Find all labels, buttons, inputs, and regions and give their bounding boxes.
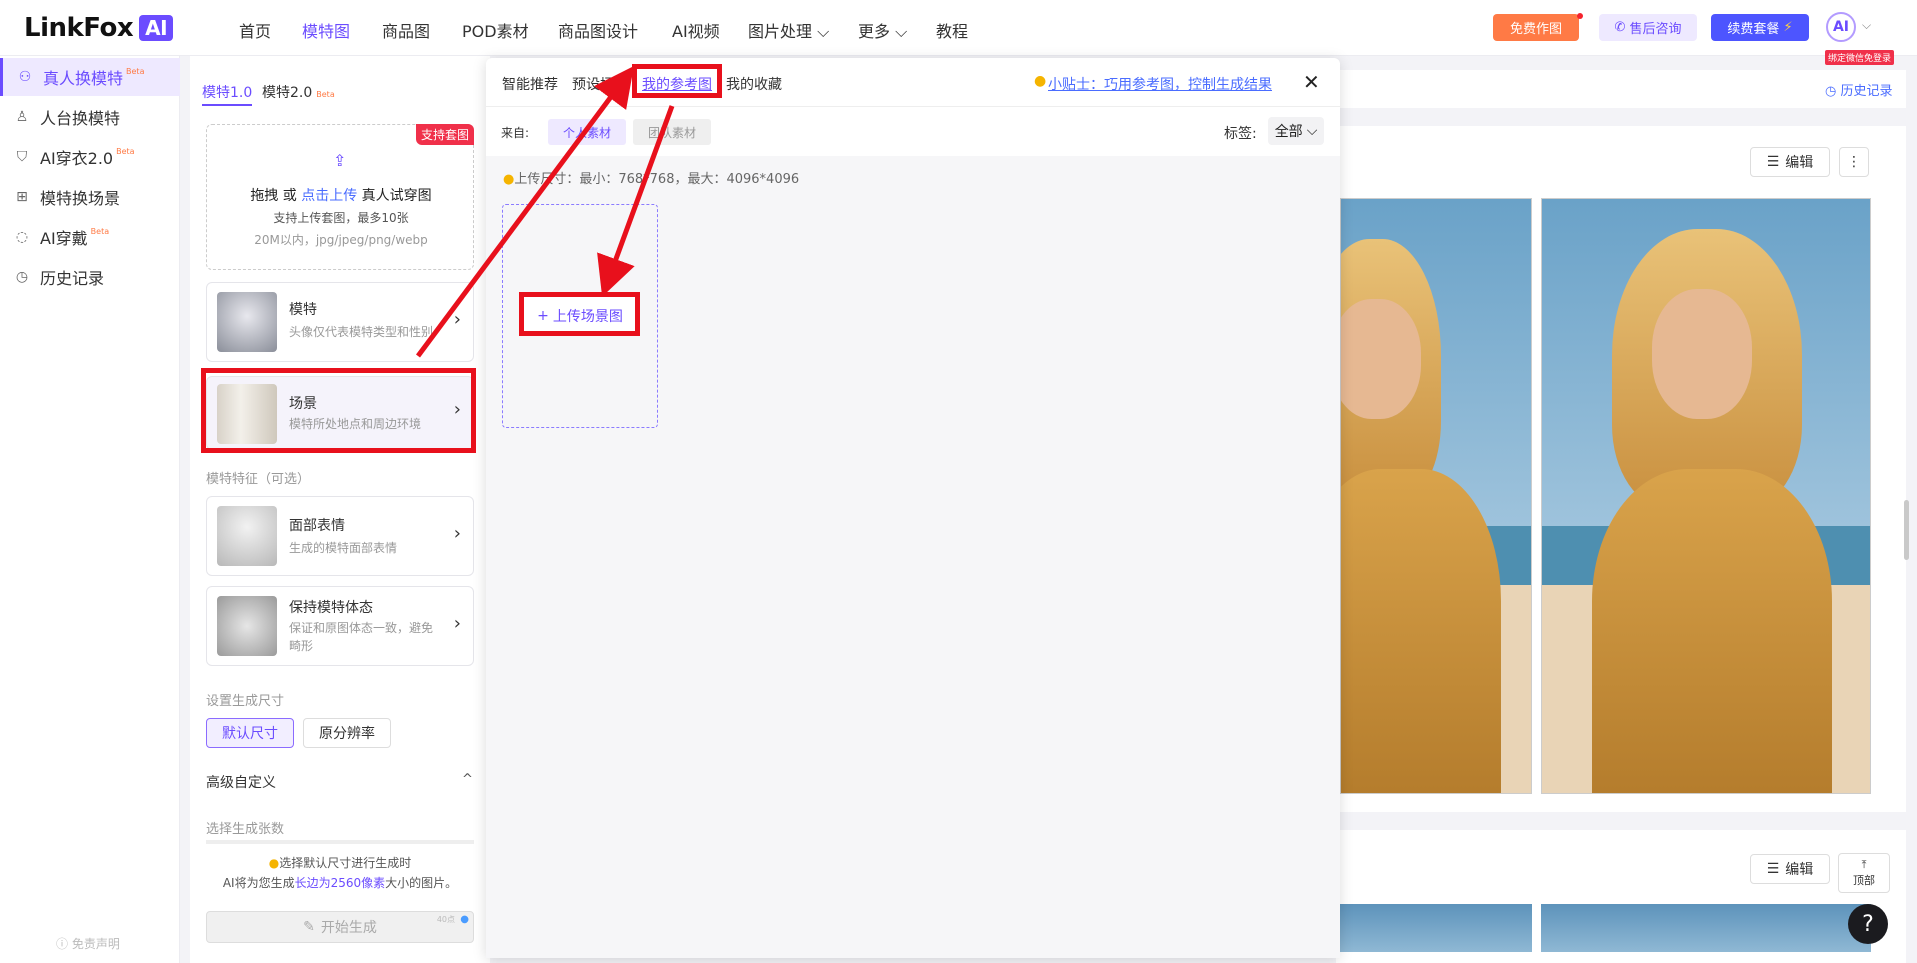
count-options — [206, 840, 474, 844]
default-size-button[interactable]: 默认尺寸 — [206, 718, 294, 748]
team-assets-button[interactable]: 团队素材 — [633, 119, 711, 145]
nav-product-design[interactable]: 商品图设计 — [558, 18, 638, 42]
nav-more[interactable]: 更多 ⌵ — [858, 18, 907, 42]
tag-select[interactable]: 全部 ⌵ — [1268, 117, 1324, 145]
arrow-up-icon: ⤒ — [1861, 858, 1867, 871]
nav-pod[interactable]: POD素材 — [462, 18, 529, 42]
disclaimer-link[interactable]: ⓘ 免责声明 — [56, 935, 120, 952]
start-generate-button[interactable]: ✎ 开始生成 40点 ● — [206, 911, 474, 943]
sliders-icon: ☰ — [1766, 154, 1780, 170]
sidebar-item-ai-dress[interactable]: ⛉ AI穿衣2.0 Beta — [0, 138, 180, 176]
personal-assets-button[interactable]: 个人素材 — [548, 119, 626, 145]
hanger-icon: ⚇ — [18, 69, 32, 85]
sidebar-item-history[interactable]: ◷ 历史记录 — [0, 258, 180, 296]
chevron-right-icon: › — [453, 613, 461, 634]
try-on-upload-area[interactable]: 支持套图 ⇪ 拖拽 或 点击上传 真人试穿图 支持上传套图，最多10张 20M以… — [206, 124, 474, 270]
tab-model-1[interactable]: 模特1.0 — [202, 82, 253, 106]
pose-thumbnail — [217, 596, 277, 656]
bulb-icon: ● — [1034, 73, 1047, 89]
sidebar-item-mannequin[interactable]: ♙ 人台换模特 — [0, 98, 180, 136]
bulb-icon: ● — [268, 856, 280, 870]
lightning-icon: ⚡ — [1783, 20, 1793, 35]
after-sales-button[interactable]: ✆ 售后咨询 — [1599, 14, 1697, 41]
sidebar-item-scene-swap[interactable]: ⊞ 模特换场景 — [0, 178, 180, 216]
sidebar: ⚇ 真人换模特 Beta ♙ 人台换模特 ⛉ AI穿衣2.0 Beta ⊞ 模特换场景 ◌ A… — [0, 56, 180, 963]
advanced-settings-toggle[interactable]: 高级自定义 — [206, 772, 276, 792]
tab-my-reference[interactable]: 我的参考图 — [642, 74, 712, 94]
keep-pose-card[interactable]: 保持模特体态 保证和原图体态一致，避免畸形 › — [206, 586, 474, 666]
bind-wechat-tag[interactable]: 绑定微信免登录 — [1825, 50, 1895, 65]
free-draw-button[interactable]: 免费作图 — [1493, 14, 1579, 41]
tab-model-2[interactable]: 模特2.0 Beta — [262, 82, 335, 102]
model-thumbnail — [217, 292, 277, 352]
plus-icon: + — [537, 308, 549, 324]
avatar[interactable]: AI — [1826, 12, 1856, 42]
nav-image-processing[interactable]: 图片处理 ⌵ — [748, 18, 829, 42]
tab-preset-scene[interactable]: 预设场景 — [572, 74, 628, 94]
close-icon[interactable]: ✕ — [1303, 70, 1320, 94]
edit-button[interactable]: ☰ 编辑 — [1750, 147, 1830, 177]
scene-thumbnail — [217, 384, 277, 444]
upload-icon: ⇪ — [333, 151, 347, 170]
scene-card[interactable]: 场景 模特所处地点和周边环境 › — [206, 376, 474, 450]
history-link[interactable]: ◷ 历史记录 — [1825, 80, 1893, 99]
chevron-down-icon: ⌵ — [1306, 123, 1318, 139]
nav-home[interactable]: 首页 — [239, 18, 271, 42]
nav-model[interactable]: 模特图 — [302, 18, 350, 42]
tab-my-favorites[interactable]: 我的收藏 — [726, 74, 782, 94]
chevron-right-icon: › — [453, 309, 461, 330]
result-image-4[interactable] — [1541, 904, 1871, 952]
shirt-icon: ⛉ — [16, 149, 28, 165]
scrollbar[interactable] — [1904, 500, 1909, 560]
chevron-down-icon[interactable]: ⌵ — [1862, 18, 1871, 33]
result-image-2[interactable] — [1541, 198, 1871, 794]
tip-link[interactable]: 小贴士：巧用参考图，控制生成结果 — [1048, 74, 1272, 94]
brand-logo[interactable]: LinkFox AI — [24, 13, 174, 43]
grid-icon: ⊞ — [16, 189, 28, 205]
notification-dot — [1577, 13, 1583, 19]
upload-scene-button[interactable]: + 上传场景图 — [522, 296, 638, 336]
suite-badge: 支持套图 — [415, 124, 474, 145]
face-thumbnail — [217, 506, 277, 566]
coin-icon: ● — [460, 914, 469, 925]
click-upload-link[interactable]: 点击上传 — [301, 188, 357, 204]
bulb-icon: ● — [503, 172, 515, 187]
model-card[interactable]: 模特 头像仅代表模特类型和性别 › — [206, 282, 474, 362]
magic-wand-icon: ✎ — [303, 919, 315, 935]
edit-button-2[interactable]: ☰ 编辑 — [1750, 854, 1830, 884]
top-bar: LinkFox AI 首页 模特图 商品图 POD素材 商品图设计 AI视频 图片… — [0, 0, 1917, 65]
nav-tutorial[interactable]: 教程 — [936, 18, 968, 42]
nav-product[interactable]: 商品图 — [382, 18, 430, 42]
tab-smart-recommend[interactable]: 智能推荐 — [502, 74, 558, 94]
more-options-button[interactable]: ⋮ — [1839, 147, 1869, 177]
phone-icon: ✆ — [1614, 20, 1626, 35]
chevron-right-icon: › — [453, 399, 461, 420]
face-expression-card[interactable]: 面部表情 生成的模特面部表情 › — [206, 496, 474, 576]
chevron-right-icon: › — [453, 523, 461, 544]
sidebar-item-ai-wear[interactable]: ◌ AI穿戴 Beta — [0, 218, 180, 256]
mannequin-icon: ♙ — [15, 109, 29, 125]
nav-ai-video[interactable]: AI视频 — [672, 18, 720, 42]
clock-icon: ◷ — [15, 269, 29, 285]
sidebar-item-real-model[interactable]: ⚇ 真人换模特 Beta — [0, 58, 180, 96]
renew-plan-button[interactable]: 续费套餐 ⚡ — [1711, 14, 1809, 41]
result-image-3[interactable] — [1340, 904, 1532, 952]
back-to-top-button[interactable]: ⤒ 顶部 — [1838, 853, 1890, 893]
sliders-icon: ☰ — [1766, 861, 1780, 877]
help-button[interactable]: ? — [1848, 904, 1888, 944]
ring-icon: ◌ — [15, 229, 29, 245]
result-image-1[interactable] — [1340, 198, 1532, 794]
size-note: ●选择默认尺寸进行生成时 AI将为您生成长边为2560像素大小的图片。 — [190, 852, 490, 902]
original-resolution-button[interactable]: 原分辨率 — [303, 718, 391, 748]
chevron-up-icon[interactable]: ^ — [462, 772, 473, 787]
